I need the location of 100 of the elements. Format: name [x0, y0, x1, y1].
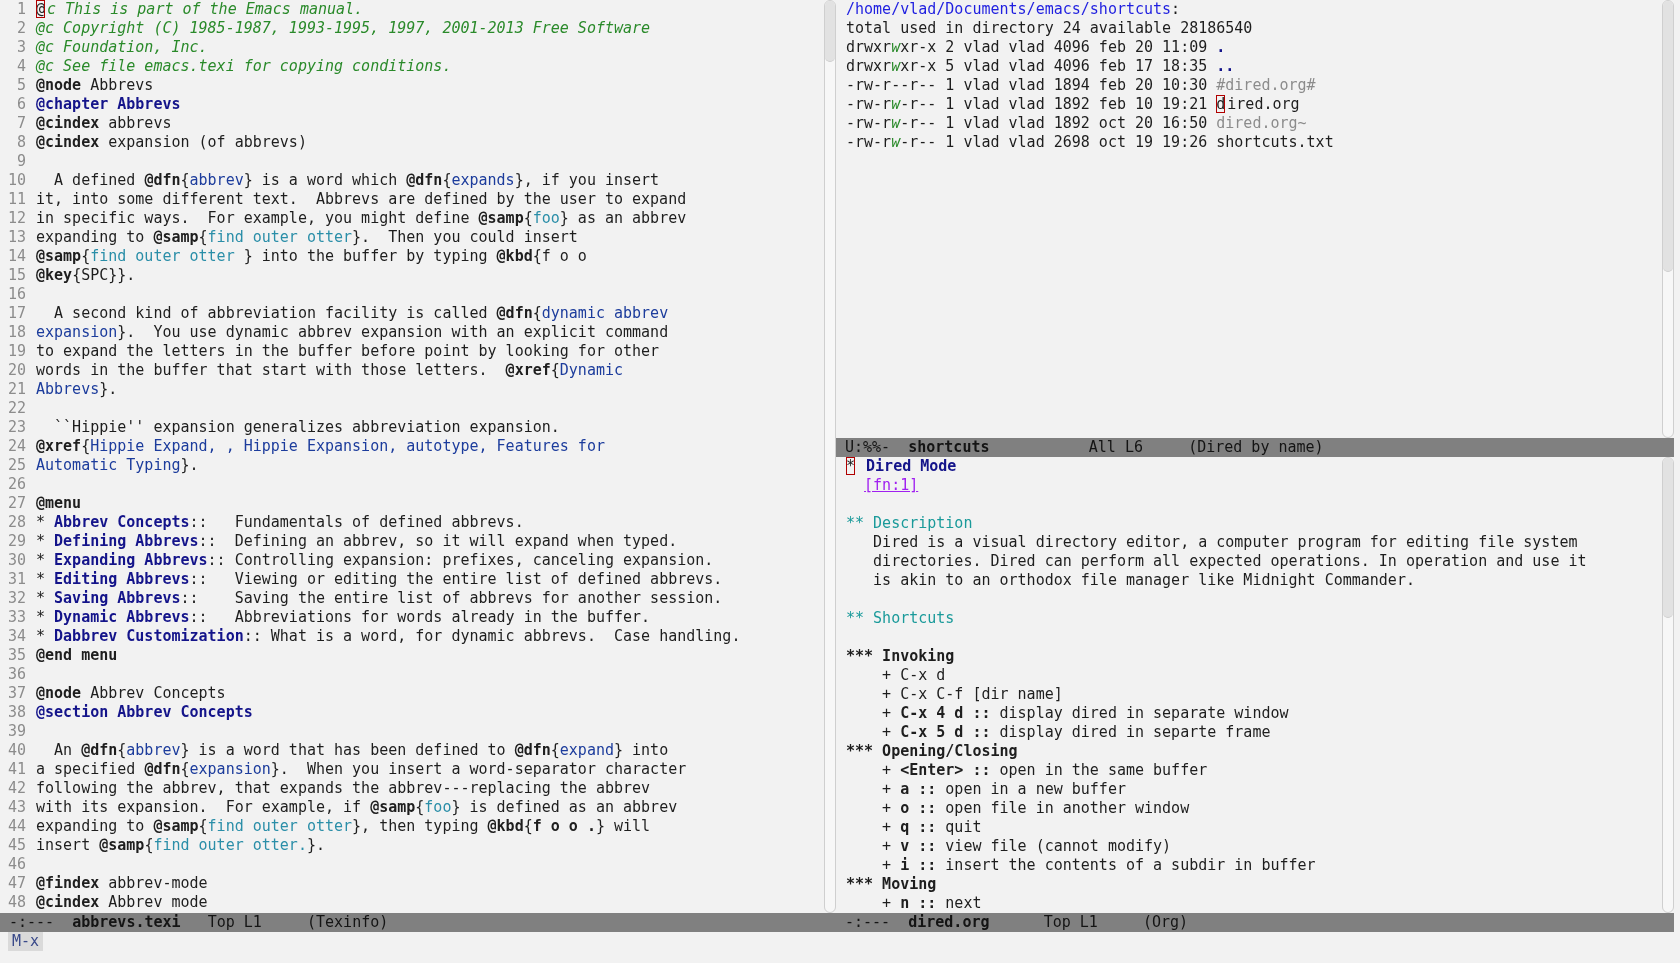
code-line: expansion}. You use dynamic abbrev expansion with an explicit command [36, 323, 669, 342]
line-number: 12 [6, 209, 26, 228]
code-line: @c Copyright (C) 1985-1987, 1993-1995, 1997, 2001-2013 Free Software [36, 19, 651, 38]
scrollbar[interactable] [824, 0, 836, 913]
line-number: 20 [6, 361, 26, 380]
code-line: @end menu [36, 646, 118, 665]
buffer-line: + C-x 5 d :: display dired in separte frame [881, 723, 1271, 742]
code-line: in specific ways. For example, you might define @samp{foo} as an abbrev [36, 209, 687, 228]
code-line: @chapter Abbrevs [36, 95, 181, 114]
buffer-name: abbrevs.texi [72, 913, 182, 932]
code-line: * Dynamic Abbrevs:: Abbreviations for words already in the buffer. [36, 608, 651, 627]
code-line: @menu [36, 494, 82, 513]
line-number: 16 [6, 285, 26, 304]
code-line: @cindex expansion (of abbrevs) [36, 133, 307, 152]
line-number: 28 [6, 513, 26, 532]
line-number: 44 [6, 817, 26, 836]
code-line: Abbrevs}. [36, 380, 118, 399]
code-line: @node Abbrev Concepts [36, 684, 226, 703]
line-number: 19 [6, 342, 26, 361]
scrollbar[interactable] [1662, 457, 1674, 913]
buffer-line: directories. Dired can perform all expected operations. In operation and use it [872, 552, 1587, 571]
code-line: following the abbrev, that expands the abbrev---replacing the abbrev [36, 779, 651, 798]
line-number: 32 [6, 589, 26, 608]
buffer-line: is akin to an orthodox file manager like Midnight Commander. [872, 571, 1415, 590]
buffer-line: + C-x 4 d :: display dired in separate window [881, 704, 1289, 723]
buffer-line: Dired is a visual directory editor, a computer program for editing file system [872, 533, 1578, 552]
cursor-position: Top L1 [207, 913, 263, 932]
line-number: 10 [6, 171, 26, 190]
code-line: @c See file emacs.texi for copying conditions. [36, 57, 452, 76]
line-number: 18 [6, 323, 26, 342]
line-number: 30 [6, 551, 26, 570]
line-number: 48 [6, 893, 26, 912]
line-number: 40 [6, 741, 26, 760]
line-number: 38 [6, 703, 26, 722]
line-number: 9 [15, 152, 26, 171]
line-number: 27 [6, 494, 26, 513]
line-number: 3 [15, 38, 26, 57]
code-line: * Dabbrev Customization:: What is a word, for dynamic abbrevs. Case handling. [36, 627, 741, 646]
buffer-line: *** Moving [846, 875, 937, 894]
mode-line-status: U:%%- [845, 438, 892, 457]
code-line: A defined @dfn{abbrev} is a word which @dfn{expands}, if you insert [53, 171, 660, 190]
buffer-line: -rw-rw-r-- 1 vlad vlad 2698 oct 19 19:26 shortcuts.txt [846, 133, 1334, 152]
code-line: @section Abbrev Concepts [36, 703, 253, 722]
code-line: @samp{find outer otter } into the buffer by typing @kbd{f o o [36, 247, 587, 266]
cursor-position: Top L1 [1043, 913, 1099, 932]
buffer-line: + n :: next [881, 894, 982, 913]
line-number: 4 [15, 57, 26, 76]
line-number: 26 [6, 475, 26, 494]
code-line: * Saving Abbrevs:: Saving the entire list of abbrevs for another session. [36, 589, 723, 608]
line-number: 31 [6, 570, 26, 589]
code-line: expanding to @samp{find outer otter}, then typing @kbd{f o o .} will [36, 817, 651, 836]
buffer-line: drwxrwxr-x 5 vlad vlad 4096 feb 17 18:35 .. [846, 57, 1235, 76]
line-number: 13 [6, 228, 26, 247]
line-number: 23 [6, 418, 26, 437]
buffer-line: -rw-rw-r-- 1 vlad vlad 1892 oct 20 16:50 dired.org~ [846, 114, 1307, 133]
line-number: 33 [6, 608, 26, 627]
buffer-line: + i :: insert the contents of a subdir in buffer [881, 856, 1316, 875]
line-number: 14 [6, 247, 26, 266]
mode-line-status: -:--- [9, 913, 56, 932]
line-number: 47 [6, 874, 26, 893]
scrollbar[interactable] [1662, 0, 1674, 438]
code-line: @findex abbrev-mode [36, 874, 208, 893]
buffer-line: * Dired Mode [846, 457, 957, 476]
line-number: 39 [6, 722, 26, 741]
scrollbar-thumb[interactable] [825, 1, 835, 62]
code-line: * Abbrev Concepts:: Fundamentals of defined abbrevs. [36, 513, 524, 532]
scrollbar-thumb[interactable] [1663, 1, 1673, 273]
line-number: 6 [15, 95, 26, 114]
code-line: * Defining Abbrevs:: Defining an abbrev, so it will expand when typed. [36, 532, 678, 551]
code-line: @node Abbrevs [36, 76, 154, 95]
code-line: with its expansion. For example, if @samp{foo} is defined as an abbrev [36, 798, 678, 817]
code-line: it, into some different text. Abbrevs are defined by the user to expand [36, 190, 687, 209]
buffer-line: drwxrwxr-x 2 vlad vlad 4096 feb 20 11:09 . [846, 38, 1226, 57]
line-number: 45 [6, 836, 26, 855]
major-mode: (Dired by name) [1188, 438, 1324, 457]
line-number: 5 [15, 76, 26, 95]
major-mode: (Org) [1143, 913, 1189, 932]
line-number: 21 [6, 380, 26, 399]
code-line: a specified @dfn{expansion}. When you insert a word-separator character [36, 760, 687, 779]
code-line: insert @samp{find outer otter.}. [36, 836, 325, 855]
code-line: Automatic Typing}. [36, 456, 199, 475]
line-number: 25 [6, 456, 26, 475]
code-line: An @dfn{abbrev} is a word that has been defined to @dfn{expand} into [53, 741, 669, 760]
buffer-line: + a :: open in a new buffer [881, 780, 1126, 799]
code-line: A second kind of abbreviation facility is called @dfn{dynamic abbrev [53, 304, 669, 323]
major-mode: (Texinfo) [307, 913, 389, 932]
buffer-line: + C-x C-f [dir name] [881, 685, 1063, 704]
code-line: to expand the letters in the buffer before point by looking for other [36, 342, 660, 361]
buffer-line: /home/vlad/Documents/emacs/shortcuts: [846, 0, 1181, 19]
line-number: 17 [6, 304, 26, 323]
line-number: 15 [6, 266, 26, 285]
buffer-line: -rw-r--r-- 1 vlad vlad 1894 feb 20 10:30 #dired.org# [846, 76, 1316, 95]
line-number: 8 [15, 133, 26, 152]
line-number: 42 [6, 779, 26, 798]
line-number: 11 [6, 190, 26, 209]
line-number: 22 [6, 399, 26, 418]
buffer-line: *** Invoking [846, 647, 955, 666]
buffer-line: [fn:1] [863, 476, 919, 495]
scrollbar-thumb[interactable] [1663, 458, 1673, 618]
line-number: 41 [6, 760, 26, 779]
